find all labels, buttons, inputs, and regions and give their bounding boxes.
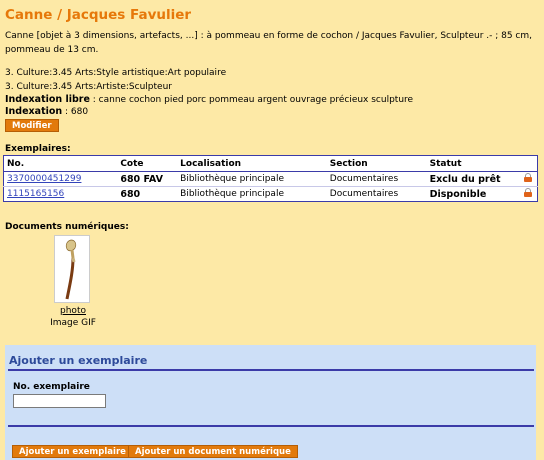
page-title: Canne / Jacques Favulier: [5, 7, 192, 23]
add-digital-document-button[interactable]: Ajouter un document numérique: [128, 445, 298, 458]
documents-heading: Documents numériques:: [5, 222, 129, 232]
col-header-cote: Cote: [117, 155, 178, 172]
modify-button[interactable]: Modifier: [5, 119, 59, 132]
add-copy-panel: Ajouter un exemplaire No. exemplaire Ajo…: [5, 345, 536, 460]
document-link-wrapper: photo: [30, 306, 116, 316]
indexation-label: Indexation: [5, 106, 63, 117]
copy-number-link[interactable]: 3370000451299: [7, 174, 81, 184]
cane-image-icon: [65, 239, 77, 300]
indexation: Indexation : 680: [5, 106, 88, 117]
copy-localisation: Bibliothèque principale: [177, 171, 327, 187]
document-type: Image GIF: [50, 318, 96, 328]
photo-link[interactable]: photo: [60, 306, 86, 316]
exemplaires-table: No. Cote Localisation Section Statut 337…: [3, 155, 538, 202]
add-copy-title: Ajouter un exemplaire: [9, 354, 148, 367]
copy-number-link[interactable]: 1115165156: [7, 189, 64, 199]
col-header-section: Section: [326, 155, 427, 172]
copy-cote: 680: [120, 188, 141, 200]
col-header-localisation: Localisation: [177, 155, 327, 172]
divider: [8, 369, 534, 371]
indexation-libre: Indexation libre : canne cochon pied por…: [5, 94, 413, 105]
copy-number-label: No. exemplaire: [13, 382, 90, 392]
lock-icon[interactable]: [524, 188, 533, 197]
copy-number-input[interactable]: [13, 394, 106, 408]
col-header-lock: [521, 155, 538, 172]
document-thumbnail[interactable]: [54, 235, 90, 303]
copy-localisation: Bibliothèque principale: [180, 189, 284, 199]
copy-cote: 680 FAV: [117, 171, 178, 187]
table-row: 1115165156 680 Bibliothèque principale D…: [4, 187, 538, 202]
copy-statut: Disponible: [429, 188, 487, 200]
exemplaires-heading: Exemplaires:: [5, 144, 71, 154]
culture-line-1: 3. Culture:3.45 Arts:Style artistique:Ar…: [5, 68, 227, 78]
copy-section: Documentaires: [329, 189, 399, 199]
copy-statut: Exclu du prêt: [426, 171, 522, 187]
col-header-statut: Statut: [426, 155, 522, 172]
culture-line-2: 3. Culture:3.45 Arts:Artiste:Sculpteur: [5, 82, 172, 92]
table-header-row: No. Cote Localisation Section Statut: [3, 155, 538, 172]
indexation-libre-value: : canne cochon pied porc pommeau argent …: [89, 95, 414, 105]
add-copy-button[interactable]: Ajouter un exemplaire: [12, 445, 133, 458]
record-description: Canne [objet à 3 dimensions, artefacts, …: [5, 31, 533, 55]
table-row: 3370000451299 680 FAV Bibliothèque princ…: [3, 171, 538, 187]
indexation-libre-label: Indexation libre: [5, 94, 90, 105]
copy-section: Documentaires: [326, 171, 427, 187]
indexation-value: : 680: [62, 107, 89, 117]
divider: [8, 425, 534, 427]
col-header-no: No.: [3, 155, 118, 172]
lock-icon[interactable]: [524, 173, 533, 182]
